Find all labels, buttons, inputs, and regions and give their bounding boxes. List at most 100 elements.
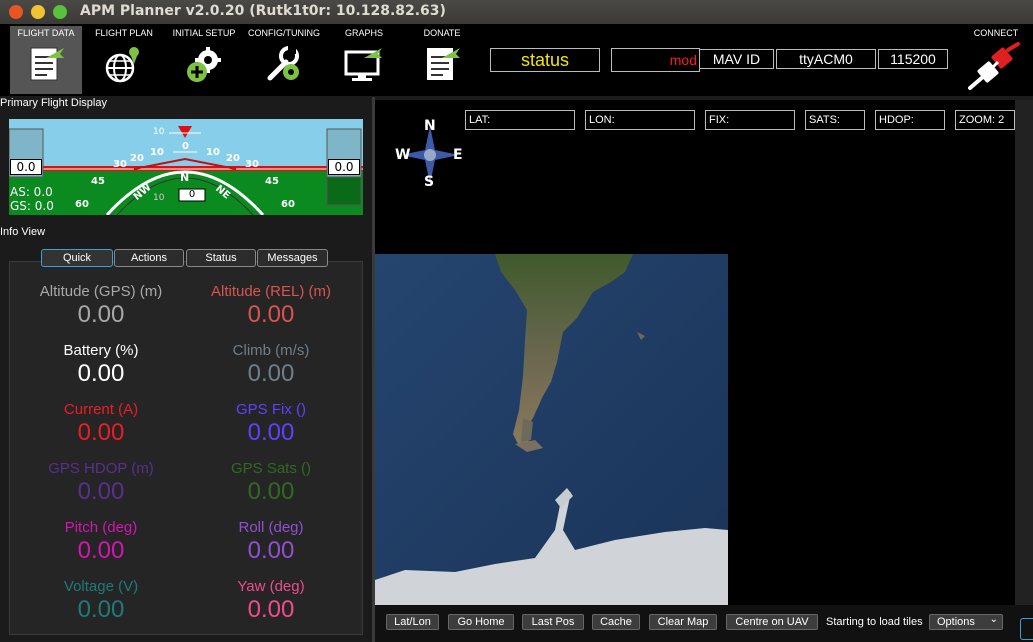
mav-id-display: MAV ID bbox=[699, 49, 774, 69]
scroll-corner bbox=[1020, 618, 1033, 640]
pfd-airspeed: AS: 0.0 bbox=[10, 185, 53, 199]
main-toolbar: FLIGHT DATA FLIGHT PLAN INITIAL SETUP CO… bbox=[0, 24, 1033, 96]
compass-rose-icon: N S W E bbox=[395, 118, 465, 190]
map-status-text: Starting to load tiles bbox=[826, 616, 923, 628]
chevron-down-icon: ⌄ bbox=[989, 614, 998, 625]
pfd-tick-top: 10 bbox=[153, 127, 165, 137]
quick-item-label: Altitude (GPS) (m) bbox=[39, 283, 163, 300]
lat-lon-button[interactable]: Lat/Lon bbox=[386, 614, 439, 630]
options-label: Options bbox=[937, 616, 975, 628]
quick-item-label: GPS Sats () bbox=[230, 460, 312, 477]
port-select[interactable]: ttyACM0 bbox=[776, 49, 876, 69]
map-view[interactable]: LAT: LON: FIX: SATS: HDOP: ZOOM: 2 N S W… bbox=[375, 100, 1015, 605]
initial-setup-icon bbox=[187, 47, 221, 82]
flight-plan-icon bbox=[105, 47, 139, 83]
quick-item-value: 0.00 bbox=[77, 419, 125, 446]
pfd-heading-readout: 0 bbox=[188, 189, 196, 200]
options-dropdown[interactable]: Options ⌄ bbox=[929, 614, 1003, 630]
config-tuning-icon bbox=[267, 46, 299, 81]
last-pos-button[interactable]: Last Pos bbox=[522, 614, 584, 630]
window-close-button[interactable] bbox=[9, 5, 23, 19]
quick-item-label: GPS Fix () bbox=[236, 401, 306, 418]
pfd-tick-left-30: 30 bbox=[113, 159, 127, 170]
tab-actions[interactable]: Actions bbox=[114, 249, 184, 267]
pfd-tick-left-20: 20 bbox=[130, 153, 144, 164]
title-bar: APM Planner v2.0.20 (Rutk1t0r: 10.128.82… bbox=[0, 0, 1033, 24]
pfd-tick-left-60: 60 bbox=[75, 199, 89, 210]
tab-status[interactable]: Status bbox=[186, 249, 256, 267]
tab-messages[interactable]: Messages bbox=[257, 249, 328, 267]
pfd-tick-right-60: 60 bbox=[281, 199, 295, 210]
pfd-tick-bottom: 10 bbox=[153, 193, 165, 203]
toolbar-item-label: CONFIG/TUNING bbox=[248, 28, 320, 38]
pfd-tick-center: 0 bbox=[182, 141, 189, 152]
quick-item-value: 0.00 bbox=[77, 478, 125, 505]
status-display: status bbox=[490, 48, 600, 72]
map-lon-field: LON: bbox=[585, 110, 695, 130]
donate-icon bbox=[427, 48, 460, 80]
quick-item-label: Battery (%) bbox=[63, 342, 139, 359]
connect-label: CONNECT bbox=[973, 28, 1019, 38]
map-hdop-field: HDOP: bbox=[875, 110, 945, 130]
map-vertical-scrollbar[interactable] bbox=[1015, 100, 1033, 605]
pfd-tick-right-10: 10 bbox=[206, 147, 220, 158]
cache-button[interactable]: Cache bbox=[592, 614, 640, 630]
window-title: APM Planner v2.0.20 (Rutk1t0r: 10.128.82… bbox=[80, 3, 446, 19]
quick-item-value: 0.00 bbox=[247, 596, 295, 623]
quick-item-value: 0.00 bbox=[247, 419, 295, 446]
pfd-tick-right-30: 30 bbox=[245, 159, 259, 170]
pfd-groundspeed: GS: 0.0 bbox=[10, 199, 54, 213]
quick-item-label: Pitch (deg) bbox=[64, 519, 138, 536]
window-maximize-button[interactable] bbox=[53, 5, 67, 19]
pfd-right-readout: 0.0 bbox=[328, 159, 360, 175]
quick-item-value: 0.00 bbox=[77, 301, 125, 328]
quick-item-label: Yaw (deg) bbox=[237, 578, 305, 595]
map-sats-field: SATS: bbox=[805, 110, 865, 130]
tab-quick[interactable]: Quick bbox=[41, 249, 113, 267]
quick-item-label: GPS HDOP (m) bbox=[48, 460, 154, 477]
quick-item-value: 0.00 bbox=[247, 478, 295, 505]
toolbar-item-label: DONATE bbox=[423, 28, 461, 38]
compass-west-label: W bbox=[395, 147, 411, 163]
toolbar-donate-button[interactable]: DONATE bbox=[406, 26, 478, 94]
quick-item-label: Climb (m/s) bbox=[232, 342, 310, 359]
flight-data-icon bbox=[30, 47, 64, 81]
pfd-left-readout: 0.0 bbox=[10, 159, 42, 175]
quick-item-value: 0.00 bbox=[77, 596, 125, 623]
pfd-title: Primary Flight Display bbox=[0, 97, 107, 109]
centre-on-uav-button[interactable]: Centre on UAV bbox=[726, 614, 818, 630]
quick-item-value: 0.00 bbox=[247, 301, 295, 328]
compass-south-label: S bbox=[424, 174, 435, 190]
toolbar-item-label: GRAPHS bbox=[344, 28, 383, 38]
graphs-icon bbox=[344, 48, 382, 81]
map-fix-field: FIX: bbox=[705, 110, 795, 130]
compass-north-label: N bbox=[424, 118, 436, 134]
info-view-title: Info View bbox=[0, 226, 46, 238]
quick-item-value: 0.00 bbox=[247, 360, 295, 387]
quick-item-value: 0.00 bbox=[77, 360, 125, 387]
toolbar-flight-data-button[interactable]: FLIGHT DATA bbox=[10, 26, 82, 94]
clear-map-button[interactable]: Clear Map bbox=[649, 614, 717, 630]
connect-button[interactable]: CONNECT bbox=[960, 26, 1032, 94]
quick-item-label: Roll (deg) bbox=[238, 519, 304, 536]
quick-item-value: 0.00 bbox=[77, 537, 125, 564]
toolbar-item-label: FLIGHT DATA bbox=[17, 28, 75, 38]
window-minimize-button[interactable] bbox=[31, 5, 45, 19]
apm-planner-window: APM Planner v2.0.20 (Rutk1t0r: 10.128.82… bbox=[0, 0, 1033, 642]
satellite-map bbox=[375, 254, 728, 605]
toolbar-config-tuning-button[interactable]: CONFIG/TUNING bbox=[248, 26, 320, 94]
toolbar-graphs-button[interactable]: GRAPHS bbox=[328, 26, 400, 94]
quick-item-value: 0.00 bbox=[247, 537, 295, 564]
pfd-tick-left-45: 45 bbox=[91, 176, 105, 187]
quick-item-label: Current (A) bbox=[63, 401, 139, 418]
quick-item-label: Voltage (V) bbox=[63, 578, 139, 595]
toolbar-initial-setup-button[interactable]: INITIAL SETUP bbox=[168, 26, 240, 94]
compass-east-label: E bbox=[453, 147, 463, 163]
go-home-button[interactable]: Go Home bbox=[448, 614, 514, 630]
map-lat-field: LAT: bbox=[465, 110, 575, 130]
pfd-heading-letter: N bbox=[180, 171, 190, 184]
pfd-tick-right-20: 20 bbox=[226, 153, 240, 164]
toolbar-item-label: FLIGHT PLAN bbox=[95, 28, 153, 38]
toolbar-flight-plan-button[interactable]: FLIGHT PLAN bbox=[88, 26, 160, 94]
baud-rate-select[interactable]: 115200 bbox=[878, 49, 948, 69]
